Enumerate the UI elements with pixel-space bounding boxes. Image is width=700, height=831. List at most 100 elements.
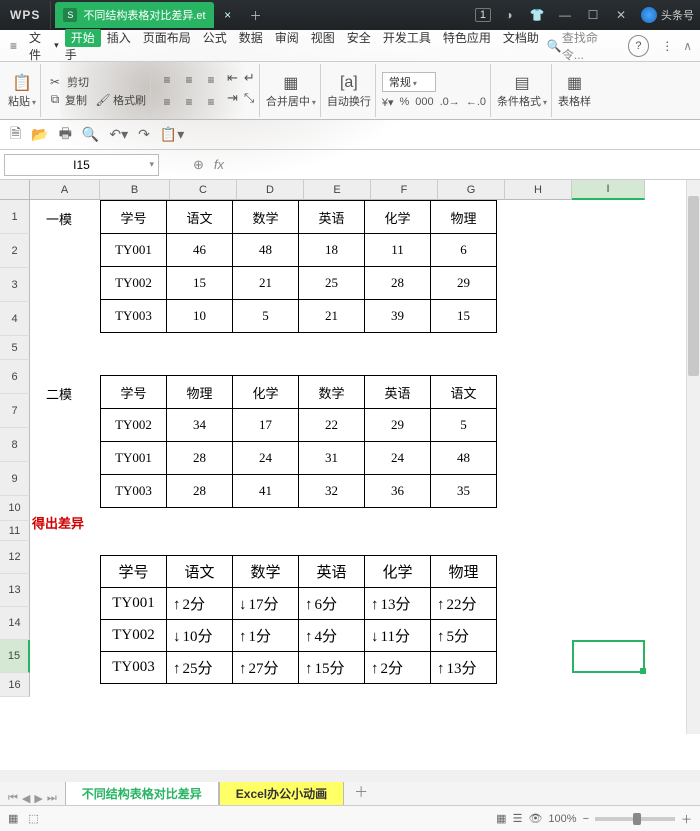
sheet-nav[interactable]: ⏮ ◀ ▶ ⏭ (0, 792, 65, 805)
decrease-indent-icon[interactable]: ⇤ (227, 70, 238, 86)
sheet-next-icon[interactable]: ▶ (34, 792, 42, 805)
open-icon[interactable]: 📂 (31, 126, 48, 143)
view-page-icon[interactable]: ☰ (513, 812, 523, 825)
comma-icon[interactable]: 000 (415, 96, 433, 109)
menu-视图[interactable]: 视图 (305, 31, 341, 45)
minimize-button[interactable]: — (551, 8, 579, 22)
row-header-10[interactable]: 10 (0, 496, 30, 521)
skin-icon[interactable]: ◑ (495, 8, 523, 22)
col-header-E[interactable]: E (304, 180, 371, 200)
paste-button[interactable]: 📋 粘贴 (8, 73, 36, 109)
menu-特色应用[interactable]: 特色应用 (437, 31, 497, 45)
sheet-tab-other[interactable]: Excel办公小动画 (219, 781, 344, 805)
align-top-left-icon[interactable]: ≡ (157, 70, 177, 90)
align-top-right-icon[interactable]: ≡ (201, 70, 221, 90)
sheet-prev-icon[interactable]: ◀ (22, 792, 30, 805)
col-header-F[interactable]: F (371, 180, 438, 200)
status-icon-2[interactable]: ⬚ (28, 812, 38, 825)
col-header-I[interactable]: I (572, 180, 645, 200)
col-header-D[interactable]: D (237, 180, 304, 200)
auto-wrap-button[interactable]: [a] 自动换行 (327, 73, 371, 109)
close-button[interactable]: ✕ (607, 8, 635, 22)
expand-fx-icon[interactable]: ⊕ (193, 157, 204, 173)
user-account[interactable]: 头条号 (635, 7, 700, 23)
menu-插入[interactable]: 插入 (101, 31, 137, 45)
orientation-icon[interactable]: ⤡ (244, 90, 255, 106)
increase-indent-icon[interactable]: ⇥ (227, 90, 238, 106)
row-headers[interactable]: 12345678910111213141516 (0, 200, 30, 697)
new-tab-icon[interactable]: ＋ (242, 7, 270, 24)
sheet-first-icon[interactable]: ⏮ (8, 792, 18, 805)
add-sheet-button[interactable]: ＋ (344, 779, 378, 805)
view-eye-icon[interactable]: 👁 (528, 812, 542, 825)
table-style-button[interactable]: ▦ 表格样 (558, 73, 591, 109)
row-header-4[interactable]: 4 (0, 302, 30, 336)
row-header-1[interactable]: 1 (0, 200, 30, 234)
tab-close-icon[interactable]: × (214, 8, 242, 22)
menu-页面布局[interactable]: 页面布局 (137, 31, 197, 45)
row-header-3[interactable]: 3 (0, 268, 30, 302)
help-icon[interactable]: ? (628, 35, 649, 57)
col-header-A[interactable]: A (30, 180, 100, 200)
copy-button[interactable]: ⧉复制 (47, 92, 87, 108)
zoom-level[interactable]: 100% (548, 813, 576, 825)
status-icon-1[interactable]: ▦ (8, 812, 18, 825)
row-header-6[interactable]: 6 (0, 360, 30, 394)
row-header-5[interactable]: 5 (0, 336, 30, 360)
wrap-icon[interactable]: ↵ (244, 70, 255, 86)
row-header-12[interactable]: 12 (0, 541, 30, 574)
merge-center-button[interactable]: ▦ 合并居中 (266, 73, 316, 109)
print-icon[interactable]: 🖶 (59, 123, 72, 147)
align-center-icon[interactable]: ≡ (179, 92, 199, 112)
new-doc-icon[interactable]: 🗎 (10, 123, 21, 147)
menu-开发工具[interactable]: 开发工具 (377, 31, 437, 45)
fx-icon[interactable]: fx (214, 157, 224, 172)
row-header-14[interactable]: 14 (0, 607, 30, 640)
horizontal-scrollbar[interactable] (0, 770, 700, 782)
redo-icon[interactable]: ↷ (138, 126, 150, 143)
document-tab[interactable]: S 不同结构表格对比差异.et (55, 2, 213, 28)
menu-审阅[interactable]: 审阅 (269, 31, 305, 45)
hamburger-icon[interactable]: ≡ (4, 39, 23, 53)
active-cell[interactable] (572, 640, 645, 673)
decrease-decimal-icon[interactable]: ←.0 (466, 96, 486, 109)
zoom-slider[interactable] (595, 817, 675, 821)
sheet-tab-active[interactable]: 不同结构表格对比差异 (65, 780, 219, 805)
maximize-button[interactable]: ☐ (579, 8, 607, 22)
format-painter-button[interactable]: 🖌格式刷 (95, 92, 146, 108)
menu-数据[interactable]: 数据 (233, 31, 269, 45)
zoom-in-icon[interactable]: ＋ (681, 811, 692, 827)
align-top-center-icon[interactable]: ≡ (179, 70, 199, 90)
number-format-select[interactable]: 常规 (382, 72, 436, 92)
row-header-7[interactable]: 7 (0, 394, 30, 428)
cut-button[interactable]: ✂剪切 (47, 73, 146, 91)
increase-decimal-icon[interactable]: .0→ (440, 96, 460, 109)
view-normal-icon[interactable]: ▦ (496, 812, 506, 825)
alignment-group[interactable]: ≡≡≡ ≡≡≡ (157, 70, 221, 112)
align-left-icon[interactable]: ≡ (157, 92, 177, 112)
row-header-8[interactable]: 8 (0, 428, 30, 462)
vertical-scrollbar[interactable] (686, 180, 700, 734)
spreadsheet-grid[interactable]: ABCDEFGHI 12345678910111213141516 一模 二模 … (0, 180, 700, 734)
select-all-corner[interactable] (0, 180, 30, 200)
col-header-B[interactable]: B (100, 180, 170, 200)
menu-开始[interactable]: 开始 (65, 29, 101, 47)
undo-icon[interactable]: ↶▾ (109, 126, 128, 143)
col-header-G[interactable]: G (438, 180, 505, 200)
row-header-9[interactable]: 9 (0, 462, 30, 496)
collapse-ribbon-icon[interactable]: ∧ (679, 39, 696, 53)
zoom-out-icon[interactable]: − (583, 813, 589, 825)
col-header-H[interactable]: H (505, 180, 572, 200)
row-header-13[interactable]: 13 (0, 574, 30, 607)
row-header-16[interactable]: 16 (0, 673, 30, 697)
print-preview-icon[interactable]: 🔍 (82, 126, 99, 143)
percent-icon[interactable]: % (399, 96, 409, 109)
menu-more-icon[interactable]: ⋮ (655, 39, 679, 53)
row-header-2[interactable]: 2 (0, 234, 30, 268)
row-header-15[interactable]: 15 (0, 640, 30, 673)
sheet-last-icon[interactable]: ⏭ (47, 792, 57, 805)
menu-公式[interactable]: 公式 (197, 31, 233, 45)
paste-dropdown-icon[interactable]: 📋▾ (160, 126, 184, 143)
name-box[interactable]: I15 (4, 154, 159, 176)
col-header-C[interactable]: C (170, 180, 237, 200)
